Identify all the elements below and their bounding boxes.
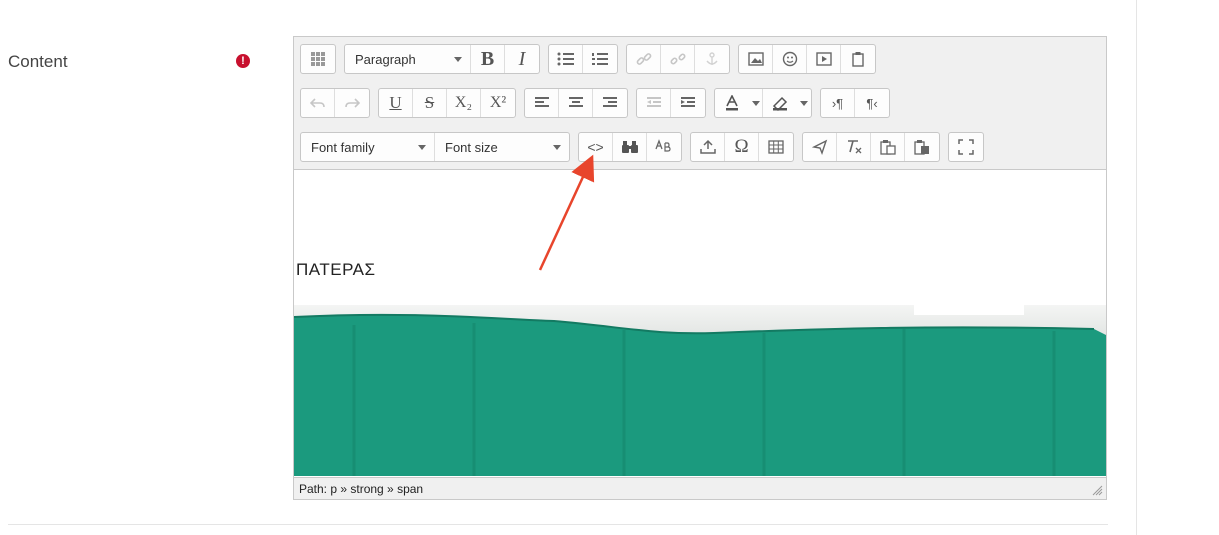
toolbar-row-3: Font family Font size <> Ω: [300, 130, 992, 164]
bottom-rule: [8, 524, 1108, 525]
spellcheck-icon[interactable]: [647, 133, 681, 161]
font-size-select[interactable]: Font size: [435, 133, 569, 161]
embedded-photo[interactable]: [294, 305, 1106, 476]
editor-content-area[interactable]: ΠΑΤΕΡΑΣ: [294, 170, 1106, 304]
upload-icon[interactable]: [691, 133, 725, 161]
list-group: [548, 44, 618, 74]
clear-formatting-icon[interactable]: [837, 133, 871, 161]
font-family-value: Font family: [311, 139, 375, 155]
paste-icon[interactable]: [841, 45, 875, 73]
format-group: Paragraph B I: [344, 44, 540, 74]
rtl-button[interactable]: ¶‹: [855, 89, 889, 117]
cleanup-group: [802, 132, 940, 162]
redo-icon[interactable]: [335, 89, 369, 117]
toolbar-toggle-icon[interactable]: [301, 45, 335, 73]
strikethrough-button[interactable]: S: [413, 89, 447, 117]
clean-html-icon[interactable]: [803, 133, 837, 161]
fullscreen-group: [948, 132, 984, 162]
special-character-button[interactable]: Ω: [725, 133, 759, 161]
background-color-dropdown[interactable]: [797, 89, 811, 117]
indent-group: [636, 88, 706, 118]
color-group: [714, 88, 812, 118]
resize-handle-icon[interactable]: [1091, 484, 1103, 496]
element-path: Path: p » strong » span: [299, 482, 424, 496]
toolbar-row-2: U S X₂ X² ›¶ ¶‹: [300, 86, 898, 120]
align-center-icon[interactable]: [559, 89, 593, 117]
text-style-group: U S X₂ X²: [378, 88, 516, 118]
link-group: [626, 44, 730, 74]
direction-group: ›¶ ¶‹: [820, 88, 890, 118]
subscript-button[interactable]: X₂: [447, 89, 481, 117]
text-color-dropdown[interactable]: [749, 89, 763, 117]
chevron-down-icon: [418, 144, 426, 150]
insert-special-group: Ω: [690, 132, 794, 162]
font-group: Font family Font size: [300, 132, 570, 162]
bold-button[interactable]: B: [471, 45, 505, 73]
toolbar-row-1: Paragraph B I: [300, 42, 884, 76]
block-format-value: Paragraph: [355, 51, 416, 67]
font-size-value: Font size: [445, 139, 498, 155]
outdent-icon[interactable]: [637, 89, 671, 117]
numbered-list-icon[interactable]: [583, 45, 617, 73]
block-format-select[interactable]: Paragraph: [345, 45, 471, 73]
anchor-icon[interactable]: [695, 45, 729, 73]
content-field-label: Content: [8, 52, 68, 71]
link-icon[interactable]: [627, 45, 661, 73]
unlink-icon[interactable]: [661, 45, 695, 73]
underline-button[interactable]: U: [379, 89, 413, 117]
editor-statusbar: Path: p » strong » span: [294, 477, 1106, 499]
source-code-button[interactable]: <>: [579, 133, 613, 161]
editor-toolbar: Paragraph B I U S X₂ X² ›¶ ¶‹ Font famil…: [294, 37, 1106, 170]
align-group: [524, 88, 628, 118]
font-family-select[interactable]: Font family: [301, 133, 435, 161]
fullscreen-icon[interactable]: [949, 133, 983, 161]
table-icon[interactable]: [759, 133, 793, 161]
photo-curtain: [294, 313, 1106, 476]
required-icon: !: [236, 54, 250, 68]
tools-group: <>: [578, 132, 682, 162]
content-heading-text: ΠΑΤΕΡΑΣ: [296, 260, 376, 279]
paste-word-icon[interactable]: [905, 133, 939, 161]
align-right-icon[interactable]: [593, 89, 627, 117]
paste-text-icon[interactable]: [871, 133, 905, 161]
align-left-icon[interactable]: [525, 89, 559, 117]
chevron-down-icon: [553, 144, 561, 150]
chevron-down-icon: [454, 56, 462, 62]
media-icon[interactable]: [807, 45, 841, 73]
indent-icon[interactable]: [671, 89, 705, 117]
italic-button[interactable]: I: [505, 45, 539, 73]
find-replace-icon[interactable]: [613, 133, 647, 161]
ltr-button[interactable]: ›¶: [821, 89, 855, 117]
chevron-down-icon: [751, 100, 760, 106]
text-color-icon[interactable]: [715, 89, 749, 117]
bullet-list-icon[interactable]: [549, 45, 583, 73]
rich-text-editor: Paragraph B I U S X₂ X² ›¶ ¶‹ Font famil…: [293, 36, 1107, 500]
history-group: [300, 88, 370, 118]
background-color-icon[interactable]: [763, 89, 797, 117]
undo-icon[interactable]: [301, 89, 335, 117]
insert-group: [738, 44, 876, 74]
emoticon-icon[interactable]: [773, 45, 807, 73]
superscript-button[interactable]: X²: [481, 89, 515, 117]
chevron-down-icon: [800, 100, 808, 106]
right-divider: [1136, 0, 1137, 535]
image-icon[interactable]: [739, 45, 773, 73]
toolbar-toggle-group: [300, 44, 336, 74]
